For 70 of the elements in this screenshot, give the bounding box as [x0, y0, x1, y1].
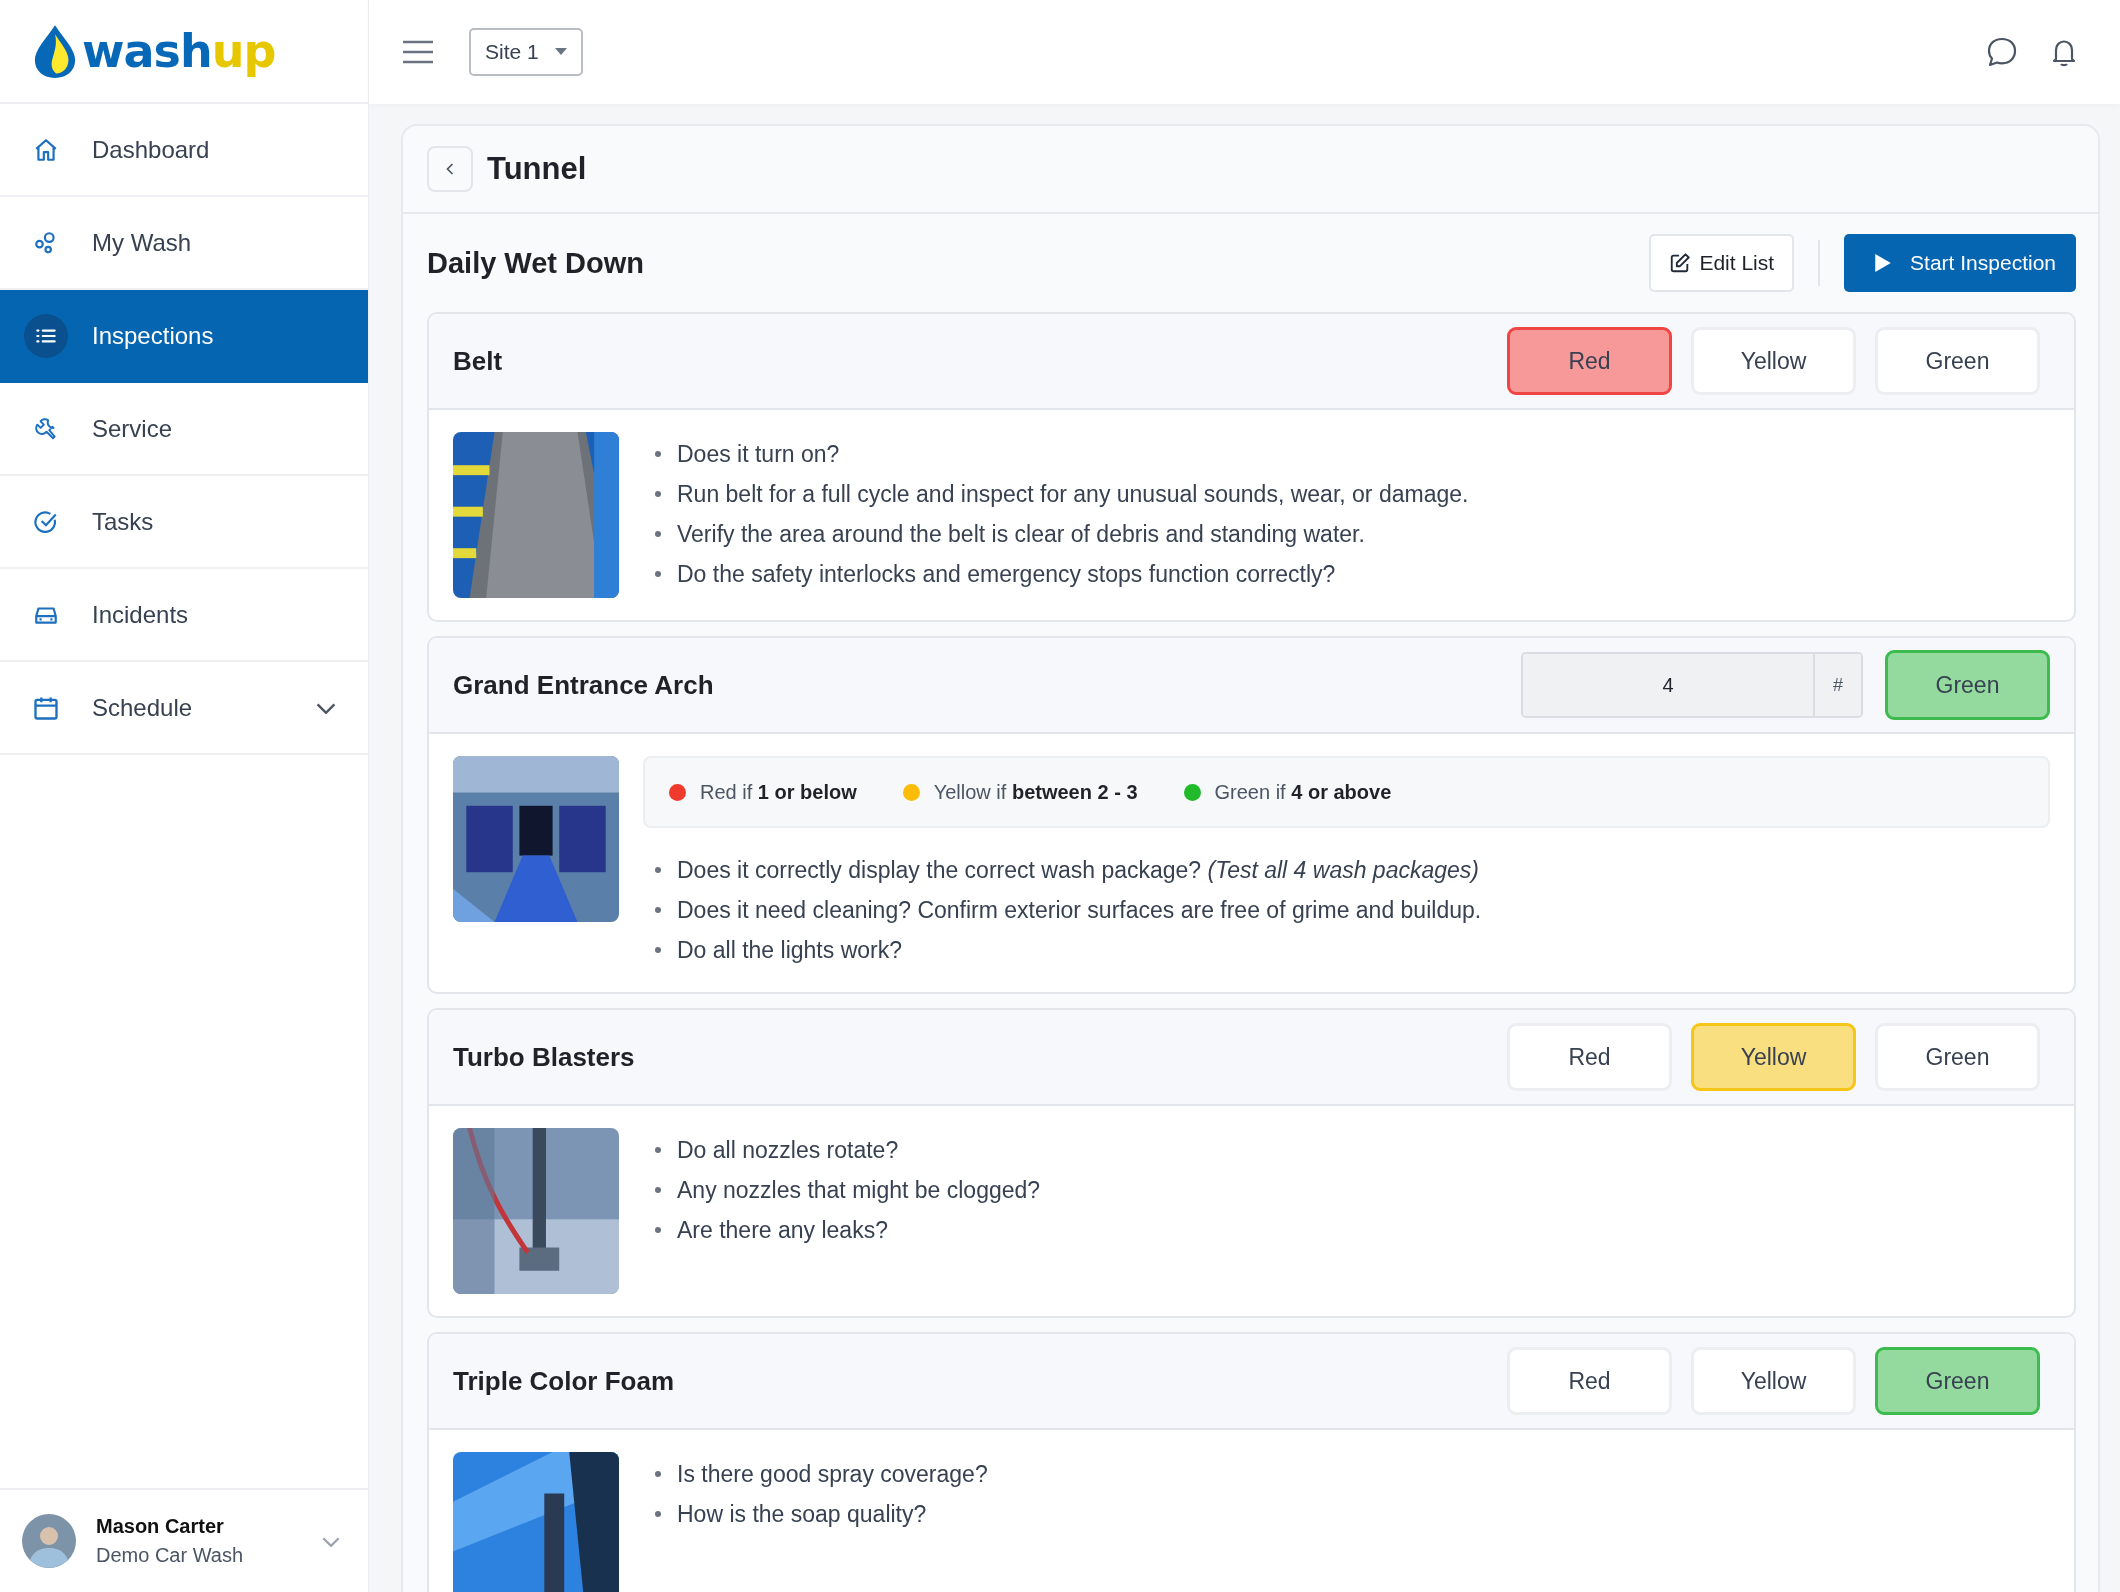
- caret-icon: [554, 48, 567, 56]
- bullet-icon: [655, 1147, 661, 1153]
- section-title: Turbo Blasters: [453, 1041, 635, 1073]
- site-dropdown[interactable]: Site 1: [469, 28, 583, 76]
- legend-text: Green if 4 or above: [1214, 780, 1392, 804]
- logo-text: washup: [82, 24, 276, 78]
- bullet-icon: [655, 1227, 661, 1233]
- nav-item[interactable]: Schedule: [0, 662, 368, 755]
- wrench-icon: [33, 415, 59, 442]
- check-circle-icon: [33, 508, 59, 535]
- bullet-icon: [655, 491, 661, 497]
- check-item: Does it need cleaning? Confirm exterior surfaces are free of grime and buildup.: [677, 896, 1482, 925]
- check-item: Do all the lights work?: [677, 936, 902, 965]
- bullet-icon: [655, 1471, 661, 1477]
- check-item: Do the safety interlocks and emergency stops function correctly?: [677, 560, 1336, 589]
- menu-icon[interactable]: [403, 40, 433, 64]
- nav-item[interactable]: Incidents: [0, 569, 368, 662]
- home-icon: [33, 136, 59, 163]
- bullet-icon: [655, 867, 661, 873]
- rating-button[interactable]: Green: [1875, 1347, 2040, 1415]
- user-name: Mason Carter: [96, 1515, 225, 1538]
- rating-button[interactable]: Green: [1875, 327, 2040, 395]
- result-button[interactable]: Green: [1885, 650, 2050, 720]
- section-title: Triple Color Foam: [453, 1365, 675, 1397]
- user-menu[interactable]: Mason Carter Demo Car Wash: [0, 1488, 368, 1592]
- bullet-icon: [655, 907, 661, 913]
- nav-item[interactable]: Inspections: [0, 290, 368, 383]
- droplet-logo-icon: [32, 23, 78, 79]
- nav-item[interactable]: Dashboard: [0, 104, 368, 197]
- rating-button[interactable]: Red: [1507, 1023, 1672, 1091]
- rating-button[interactable]: Green: [1875, 1023, 2040, 1091]
- bullet-icon: [655, 451, 661, 457]
- rating-button[interactable]: Red: [1507, 1347, 1672, 1415]
- rating-button[interactable]: Yellow: [1691, 1347, 1856, 1415]
- avatar: [22, 1514, 76, 1568]
- check-item: Are there any leaks?: [677, 1216, 888, 1245]
- rating-button[interactable]: Red: [1507, 327, 1672, 395]
- count-field[interactable]: 4: [1523, 654, 1815, 716]
- legend-text: Yellow if between 2 - 3: [933, 780, 1138, 804]
- chat-icon[interactable]: [1986, 36, 2018, 68]
- section-title: Grand Entrance Arch: [453, 669, 714, 701]
- rating-button[interactable]: Yellow: [1691, 327, 1856, 395]
- bullet-icon: [655, 1187, 661, 1193]
- check-item: Verify the area around the belt is clear of debris and standing water.: [677, 520, 1365, 549]
- play-icon: [1874, 253, 1893, 273]
- checklist-title: Daily Wet Down: [427, 246, 644, 280]
- edit-list-button[interactable]: Edit List: [1649, 234, 1795, 292]
- check-item: Run belt for a full cycle and inspect for any unusual sounds, wear, or damage.: [677, 480, 1469, 509]
- check-item: Do all nozzles rotate?: [677, 1136, 899, 1165]
- chevron-down-icon: [322, 1535, 340, 1547]
- check-item: How is the soap quality?: [677, 1500, 927, 1529]
- check-item: Is there good spray coverage?: [677, 1460, 988, 1489]
- edit-icon: [1669, 252, 1692, 274]
- bullet-icon: [655, 531, 661, 537]
- bullet-icon: [655, 571, 661, 577]
- bullet-icon: [655, 1511, 661, 1517]
- nav-item[interactable]: Tasks: [0, 476, 368, 569]
- unit-label: #: [1815, 654, 1861, 716]
- page-title: Tunnel: [487, 151, 587, 187]
- bullet-icon: [655, 947, 661, 953]
- check-item: Any nozzles that might be clogged?: [677, 1176, 1041, 1205]
- legend-text: Red if 1 or below: [700, 780, 857, 804]
- section-title: Belt: [453, 345, 503, 377]
- company-name: Demo Car Wash: [96, 1544, 245, 1567]
- check-item: Does it turn on?: [677, 440, 840, 469]
- start-inspection-button[interactable]: Start Inspection: [1844, 234, 2076, 292]
- check-item: Does it correctly display the correct wash package? (Test all 4 wash packages): [677, 856, 1479, 885]
- chevron-left-icon: [445, 162, 455, 176]
- rating-button[interactable]: Yellow: [1691, 1023, 1856, 1091]
- nav-item[interactable]: Service: [0, 383, 368, 476]
